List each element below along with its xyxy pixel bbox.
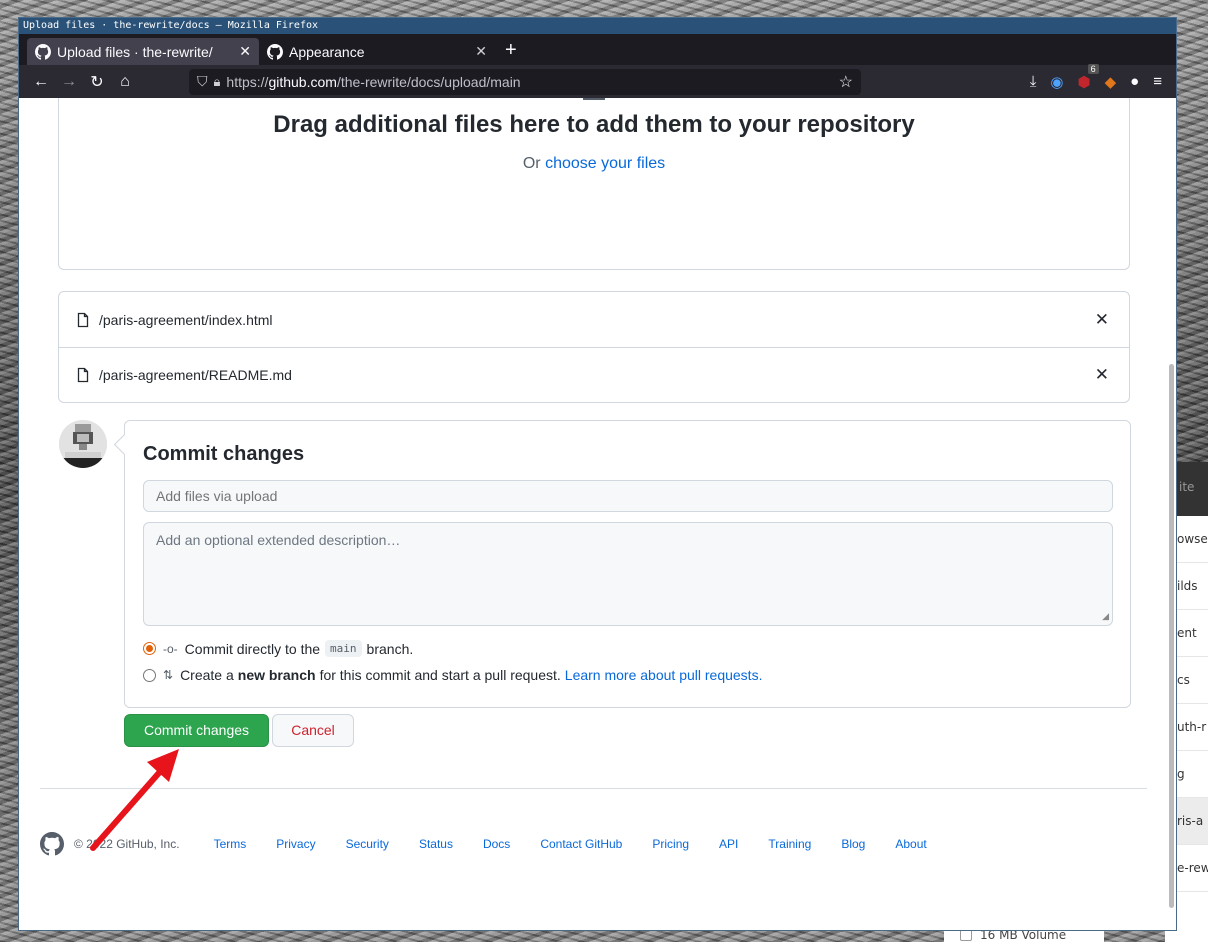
avatar[interactable] bbox=[59, 420, 107, 468]
page-content: Drag additional files here to add them t… bbox=[19, 98, 1176, 930]
navigation-toolbar: ← → ↻ ⌂ ⛉ 🔒︎ https://github.com/the-rewr… bbox=[19, 63, 1176, 98]
ublock-badge: 6 bbox=[1087, 63, 1099, 74]
tab-label: Appearance bbox=[289, 43, 365, 60]
dropzone-subtext: Or choose your files bbox=[59, 155, 1129, 173]
download-icon[interactable]: ⤓ bbox=[1030, 73, 1037, 90]
option-commit-direct: -o- Commit directly to the main branch. bbox=[143, 640, 1112, 657]
reload-icon[interactable]: ↻ bbox=[83, 72, 111, 92]
footer-link-blog[interactable]: Blog bbox=[841, 837, 865, 851]
github-logo-icon[interactable] bbox=[40, 832, 64, 856]
footer-link-api[interactable]: API bbox=[719, 837, 738, 851]
learn-more-pull-requests-link[interactable]: Learn more about pull requests. bbox=[565, 667, 763, 683]
tab-strip: Upload files · the-rewrite/ ✕ Appearance… bbox=[19, 34, 1176, 65]
avatar-image bbox=[59, 420, 107, 468]
remove-file-icon[interactable]: ✕ bbox=[1095, 365, 1109, 385]
option-new-bold: new branch bbox=[237, 667, 316, 683]
copyright: © 2022 GitHub, Inc. bbox=[74, 837, 180, 851]
option-new-text: for this commit and start a pull request… bbox=[319, 667, 561, 683]
pull-request-icon: ⇅ bbox=[163, 668, 174, 682]
bookmark-star-icon[interactable]: ☆ bbox=[839, 72, 853, 92]
footer-link-about[interactable]: About bbox=[895, 837, 926, 851]
toolbar-extensions: ⤓ ◉ ⬢ 6 ◆ ● ≡ bbox=[1030, 63, 1168, 91]
cancel-button[interactable]: Cancel bbox=[272, 714, 354, 747]
home-icon[interactable]: ⌂ bbox=[111, 73, 139, 91]
ublock-icon[interactable]: ⬢ 6 bbox=[1078, 63, 1099, 91]
forward-icon[interactable]: → bbox=[55, 73, 83, 91]
lock-icon[interactable]: 🔒︎ bbox=[214, 74, 221, 90]
option-direct-text: Commit directly to the bbox=[184, 640, 321, 657]
footer-link-pricing[interactable]: Pricing bbox=[652, 837, 689, 851]
new-tab-button[interactable]: + bbox=[495, 39, 527, 65]
menu-icon[interactable]: ≡ bbox=[1153, 73, 1162, 90]
file-dropzone[interactable]: Drag additional files here to add them t… bbox=[58, 98, 1130, 270]
choose-files-link[interactable]: choose your files bbox=[545, 155, 665, 172]
option-new-branch: ⇅ Create a new branch for this commit an… bbox=[143, 667, 1112, 683]
firefox-window: Upload files · the-rewrite/docs — Mozill… bbox=[18, 17, 1177, 931]
github-icon bbox=[35, 43, 51, 60]
page-scrollbar[interactable] bbox=[1169, 364, 1174, 908]
remove-file-icon[interactable]: ✕ bbox=[1095, 310, 1109, 330]
option-new-prefix: Create a bbox=[180, 667, 234, 683]
footer-link-security[interactable]: Security bbox=[346, 837, 389, 851]
close-icon[interactable]: ✕ bbox=[475, 43, 487, 60]
file-icon bbox=[77, 367, 89, 383]
footer-link-status[interactable]: Status bbox=[419, 837, 453, 851]
option-direct-suffix: branch. bbox=[366, 640, 414, 657]
tab-upload-files[interactable]: Upload files · the-rewrite/ ✕ bbox=[27, 38, 259, 65]
file-icon bbox=[77, 312, 89, 327]
url-path: /the-rewrite/docs/upload/main bbox=[336, 73, 521, 90]
dropzone-heading: Drag additional files here to add them t… bbox=[273, 111, 915, 138]
footer-link-training[interactable]: Training bbox=[768, 837, 811, 851]
git-commit-icon: -o- bbox=[163, 641, 178, 656]
url-scheme: https:// bbox=[226, 73, 269, 90]
password-manager-icon[interactable]: ◉ bbox=[1050, 73, 1063, 91]
footer-divider bbox=[40, 788, 1147, 789]
uploaded-file-list: /paris-agreement/index.html ✕ /paris-agr… bbox=[58, 291, 1130, 403]
description-placeholder: Add an optional extended description… bbox=[156, 532, 401, 548]
window-titlebar: Upload files · the-rewrite/docs — Mozill… bbox=[19, 18, 1176, 34]
tab-label: Upload files · the-rewrite/ bbox=[57, 43, 213, 60]
radio-commit-direct[interactable] bbox=[143, 642, 156, 655]
shield-icon[interactable]: ⛉ bbox=[197, 73, 208, 90]
commit-summary-input[interactable] bbox=[143, 480, 1113, 512]
account-icon[interactable]: ● bbox=[1130, 73, 1139, 90]
github-icon bbox=[267, 43, 283, 60]
dropzone-or: Or bbox=[522, 155, 541, 172]
branch-name: main bbox=[325, 640, 362, 657]
url-domain: github.com bbox=[268, 73, 337, 90]
file-name: /paris-agreement/README.md bbox=[99, 367, 292, 383]
file-name: /paris-agreement/index.html bbox=[99, 311, 273, 328]
footer-link-privacy[interactable]: Privacy bbox=[276, 837, 315, 851]
radio-new-branch[interactable] bbox=[143, 668, 156, 682]
footer-link-terms[interactable]: Terms bbox=[214, 837, 247, 851]
commit-description-textarea[interactable]: Add an optional extended description… ◢ bbox=[143, 522, 1113, 626]
commit-form: Commit changes Add an optional extended … bbox=[124, 420, 1131, 708]
footer-link-contact[interactable]: Contact GitHub bbox=[540, 837, 622, 851]
commit-heading: Commit changes bbox=[143, 443, 305, 465]
list-item: /paris-agreement/index.html ✕ bbox=[59, 292, 1129, 347]
commit-changes-button[interactable]: Commit changes bbox=[124, 714, 269, 747]
close-icon[interactable]: ✕ bbox=[239, 43, 251, 60]
list-item: /paris-agreement/README.md ✕ bbox=[59, 347, 1129, 402]
metamask-icon[interactable]: ◆ bbox=[1105, 73, 1117, 91]
tab-appearance[interactable]: Appearance ✕ bbox=[259, 38, 495, 65]
footer-link-docs[interactable]: Docs bbox=[483, 837, 510, 851]
page-footer: © 2022 GitHub, Inc. Terms Privacy Securi… bbox=[40, 832, 1040, 856]
dropzone-handle bbox=[583, 98, 605, 100]
resize-grip-icon[interactable]: ◢ bbox=[1102, 611, 1109, 622]
back-icon[interactable]: ← bbox=[27, 73, 55, 91]
url-text[interactable]: https://github.com/the-rewrite/docs/uplo… bbox=[226, 74, 838, 90]
address-bar[interactable]: ⛉ 🔒︎ https://github.com/the-rewrite/docs… bbox=[189, 68, 861, 95]
